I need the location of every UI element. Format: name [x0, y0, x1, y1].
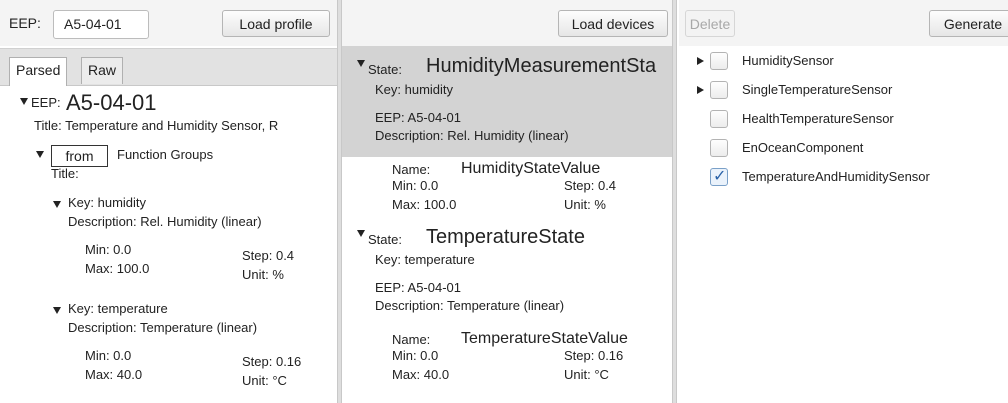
value-unit: Unit: °C — [564, 367, 609, 382]
tab-raw[interactable]: Raw — [81, 57, 124, 84]
field-step: Step: 0.4 — [242, 248, 295, 263]
profile-toolbar: EEP: A5-04-01 Load profile — [0, 0, 337, 46]
components-pane: Delete Generate HumiditySensor SingleTem… — [679, 0, 1008, 403]
pane-splitter[interactable] — [672, 0, 677, 403]
function-group-title: Title: — [51, 166, 79, 181]
field-description: Description: Rel. Humidity (linear) — [68, 214, 262, 229]
field-key: Key: temperature — [68, 301, 168, 316]
load-profile-button[interactable]: Load profile — [222, 10, 330, 37]
value-name: HumidityStateValue — [461, 160, 601, 177]
profile-pane: EEP: A5-04-01 Load profile Parsed Raw EE… — [0, 0, 337, 403]
view-tabs: Parsed Raw — [0, 48, 337, 86]
value-step: Step: 0.16 — [564, 348, 624, 363]
profile-title: Title: Temperature and Humidity Sensor, … — [34, 118, 279, 133]
triangle-right-icon[interactable] — [697, 86, 704, 94]
component-label: HealthTemperatureSensor — [742, 111, 894, 126]
value-min: Min: 0.0 — [392, 348, 439, 363]
field-max: Max: 40.0 — [85, 367, 143, 382]
value-name-label: Name: — [392, 332, 431, 347]
load-devices-button[interactable]: Load devices — [558, 10, 668, 37]
checkbox[interactable] — [710, 81, 728, 99]
triangle-down-icon[interactable] — [53, 307, 61, 314]
field-description: Description: Temperature (linear) — [68, 320, 258, 335]
state-eep: EEP: A5-04-01 — [375, 280, 461, 295]
component-label: TemperatureAndHumiditySensor — [742, 169, 930, 184]
value-max: Max: 40.0 — [392, 367, 450, 382]
component-label: SingleTemperatureSensor — [742, 82, 893, 97]
devices-pane: Load devices State: HumidityMeasurementS… — [342, 0, 672, 403]
tree-eep-value: A5-04-01 — [66, 90, 157, 115]
value-max: Max: 100.0 — [392, 197, 457, 212]
field-unit: Unit: % — [242, 267, 284, 282]
triangle-down-icon[interactable] — [36, 151, 44, 158]
state-eep: EEP: A5-04-01 — [375, 110, 461, 125]
triangle-down-icon[interactable] — [20, 98, 28, 105]
state-description: Description: Temperature (linear) — [375, 298, 565, 313]
checkbox[interactable] — [710, 139, 728, 157]
field-max: Max: 100.0 — [85, 261, 150, 276]
field-min: Min: 0.0 — [85, 242, 132, 257]
tab-parsed[interactable]: Parsed — [9, 57, 68, 86]
state-key: Key: humidity — [375, 82, 454, 97]
value-name-label: Name: — [392, 162, 431, 177]
function-groups-label: Function Groups — [117, 147, 214, 162]
eep-label: EEP: — [9, 15, 41, 31]
checkbox[interactable] — [710, 110, 728, 128]
state-name: HumidityMeasurementSta — [426, 55, 657, 77]
field-key: Key: humidity — [68, 195, 147, 210]
state-key: Key: temperature — [375, 252, 475, 267]
triangle-down-icon[interactable] — [357, 230, 365, 237]
state-label: State: — [368, 232, 402, 247]
tree-eep-label: EEP: — [31, 95, 61, 110]
from-label: from — [51, 145, 108, 167]
checkmark-icon: ✓ — [713, 168, 727, 185]
field-min: Min: 0.0 — [85, 348, 132, 363]
components-toolbar: Delete Generate — [679, 0, 1008, 46]
devices-toolbar: Load devices — [342, 0, 672, 46]
eep-input[interactable]: A5-04-01 — [53, 10, 149, 39]
value-min: Min: 0.0 — [392, 178, 439, 193]
state-name: TemperatureState — [426, 226, 585, 248]
generate-button[interactable]: Generate — [929, 10, 1008, 37]
triangle-down-icon[interactable] — [53, 201, 61, 208]
checkbox-checked[interactable]: ✓ — [710, 168, 728, 186]
checkbox[interactable] — [710, 52, 728, 70]
field-step: Step: 0.16 — [242, 354, 302, 369]
triangle-down-icon[interactable] — [357, 60, 365, 67]
component-label: EnOceanComponent — [742, 140, 864, 155]
value-unit: Unit: % — [564, 197, 606, 212]
value-name: TemperatureStateValue — [461, 330, 628, 347]
triangle-right-icon[interactable] — [697, 57, 704, 65]
component-label: HumiditySensor — [742, 53, 834, 68]
field-unit: Unit: °C — [242, 373, 287, 388]
value-step: Step: 0.4 — [564, 178, 617, 193]
state-label: State: — [368, 62, 402, 77]
state-description: Description: Rel. Humidity (linear) — [375, 128, 569, 143]
delete-button[interactable]: Delete — [685, 10, 735, 37]
